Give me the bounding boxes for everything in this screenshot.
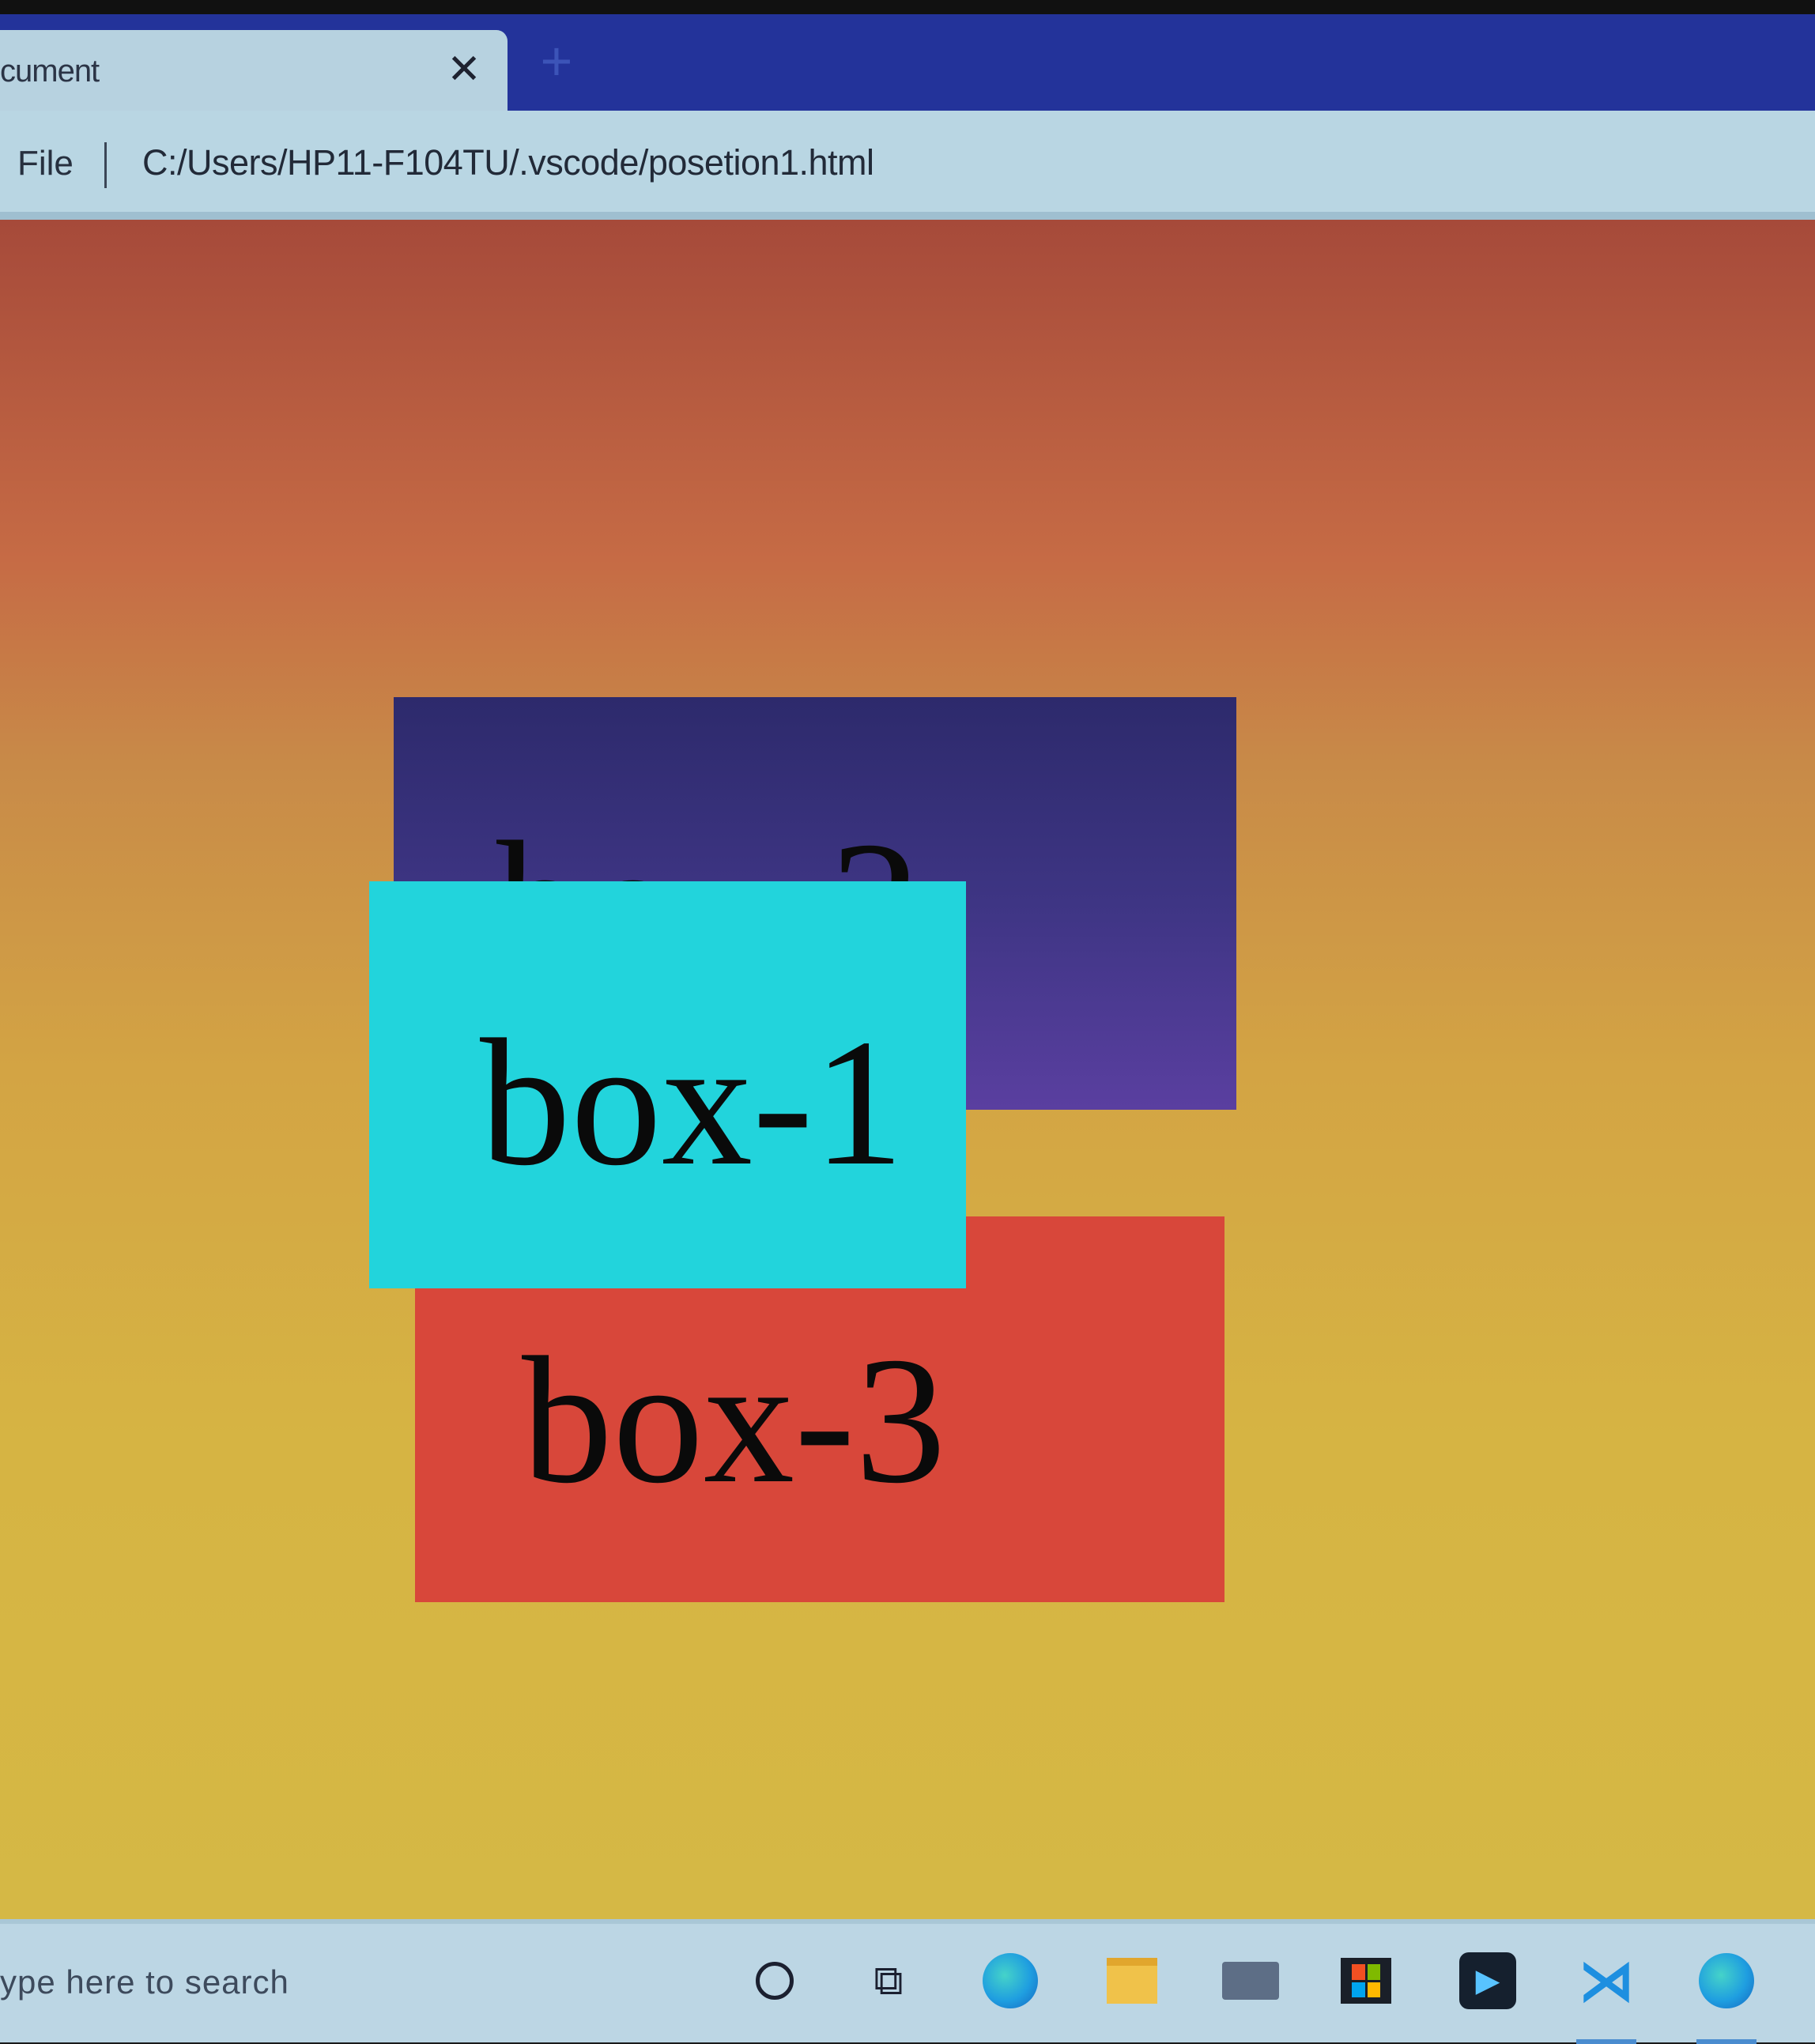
box-1-label: box-1: [480, 1001, 904, 1203]
address-bar[interactable]: File C:/Users/HP11-F104TU/.vscode/poseti…: [0, 111, 1815, 220]
close-icon[interactable]: ✕: [444, 47, 484, 92]
edge-browser-icon[interactable]: [1696, 1951, 1757, 2011]
vscode-icon[interactable]: ⋊: [1576, 1950, 1636, 2012]
url-text[interactable]: C:/Users/HP11-F104TU/.vscode/posetion1.h…: [142, 142, 874, 183]
page-viewport: box-2 box-3 box-1: [0, 220, 1815, 1919]
address-divider: [104, 142, 107, 188]
mail-icon[interactable]: [1221, 1951, 1281, 2011]
box-3-label: box-3: [522, 1319, 946, 1521]
taskbar: ype here to search ⧉ ▶ ⋊: [0, 1919, 1815, 2044]
cortana-icon[interactable]: [745, 1951, 805, 2011]
file-explorer-icon[interactable]: [1102, 1951, 1162, 2011]
new-tab-icon[interactable]: +: [531, 33, 582, 89]
active-indicator: [1576, 2039, 1636, 2044]
site-info-label[interactable]: File: [17, 144, 74, 183]
media-player-icon[interactable]: ▶: [1458, 1951, 1518, 2011]
box-1: box-1: [369, 881, 966, 1288]
tab-title: cument: [0, 54, 100, 89]
active-indicator: [1696, 2039, 1757, 2044]
task-view-icon[interactable]: ⧉: [858, 1951, 919, 2011]
store-icon[interactable]: [1336, 1951, 1396, 2011]
tab-bar: cument ✕ +: [0, 0, 1815, 125]
edge-icon[interactable]: [980, 1951, 1040, 2011]
taskbar-search-input[interactable]: ype here to search: [0, 1963, 289, 2001]
